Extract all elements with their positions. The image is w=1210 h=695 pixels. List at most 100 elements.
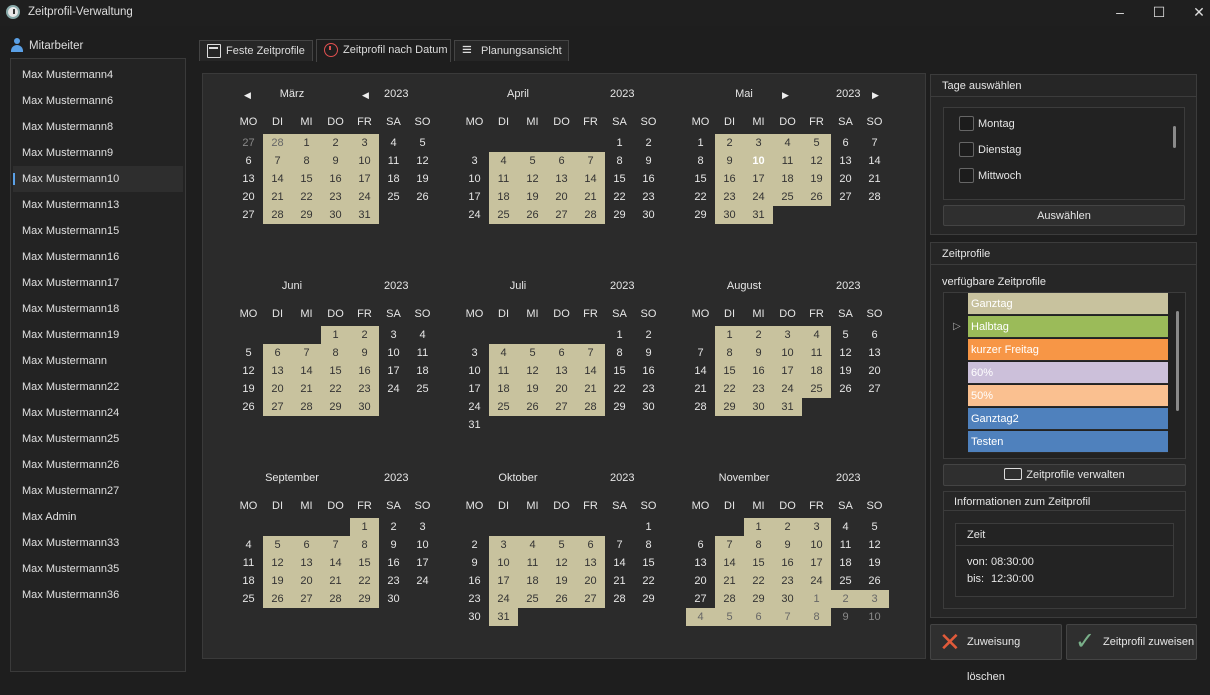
calendar-day[interactable]: 3: [350, 134, 379, 152]
calendar-day[interactable]: 28: [292, 398, 321, 416]
profile-item[interactable]: Testen: [968, 431, 1168, 453]
calendar-day[interactable]: 9: [744, 344, 773, 362]
calendar-day[interactable]: 18: [831, 554, 860, 572]
calendar-day[interactable]: 10: [773, 344, 802, 362]
calendar-day[interactable]: 12: [518, 362, 547, 380]
calendar-day[interactable]: 19: [408, 170, 437, 188]
calendar-day[interactable]: 2: [744, 326, 773, 344]
calendar-day[interactable]: 28: [263, 206, 292, 224]
calendar-day[interactable]: 24: [379, 380, 408, 398]
employee-item[interactable]: Max Mustermann35: [13, 556, 183, 582]
calendar-day[interactable]: 26: [408, 188, 437, 206]
calendar-day[interactable]: 31: [773, 398, 802, 416]
calendar-day[interactable]: 31: [744, 206, 773, 224]
calendar-day[interactable]: 4: [518, 536, 547, 554]
prev-month-arrow-icon[interactable]: ◀: [244, 90, 251, 101]
calendar-day[interactable]: 12: [831, 344, 860, 362]
calendar-day[interactable]: 16: [634, 170, 663, 188]
calendar-day[interactable]: 3: [408, 518, 437, 536]
calendar-day[interactable]: 30: [773, 590, 802, 608]
profile-item[interactable]: Halbtag: [968, 316, 1168, 338]
employee-item[interactable]: Max Mustermann24: [13, 400, 183, 426]
employee-item[interactable]: Max Mustermann36: [13, 582, 183, 608]
calendar-day[interactable]: 3: [860, 590, 889, 608]
calendar-day[interactable]: 15: [292, 170, 321, 188]
calendar-day[interactable]: 6: [576, 536, 605, 554]
calendar-day[interactable]: 13: [831, 152, 860, 170]
calendar-day[interactable]: 2: [634, 326, 663, 344]
maximize-button[interactable]: ☐: [1149, 3, 1169, 21]
calendar-day[interactable]: 6: [292, 536, 321, 554]
calendar-day[interactable]: 16: [460, 572, 489, 590]
employee-item[interactable]: Max Mustermann: [13, 348, 183, 374]
calendar-day[interactable]: 25: [773, 188, 802, 206]
calendar-day[interactable]: 26: [860, 572, 889, 590]
calendar-day[interactable]: 30: [350, 398, 379, 416]
calendar-day[interactable]: 9: [460, 554, 489, 572]
calendar-day[interactable]: 14: [576, 170, 605, 188]
calendar-day[interactable]: 27: [686, 590, 715, 608]
calendar-day[interactable]: 3: [773, 326, 802, 344]
calendar-day[interactable]: 25: [379, 188, 408, 206]
calendar-day[interactable]: 12: [860, 536, 889, 554]
calendar-day[interactable]: 20: [860, 362, 889, 380]
calendar-day[interactable]: 21: [860, 170, 889, 188]
calendar-day[interactable]: 24: [489, 590, 518, 608]
calendar-day[interactable]: 25: [489, 398, 518, 416]
profile-item[interactable]: Ganztag2: [968, 408, 1168, 430]
checkbox-mittwoch[interactable]: [959, 168, 974, 183]
calendar-day[interactable]: 25: [408, 380, 437, 398]
calendar-day[interactable]: 17: [379, 362, 408, 380]
calendar-day[interactable]: 17: [802, 554, 831, 572]
calendar-day[interactable]: 2: [634, 134, 663, 152]
calendar-day[interactable]: 15: [744, 554, 773, 572]
calendar-day[interactable]: 1: [802, 590, 831, 608]
profile-list[interactable]: Testen Ganztag2 50% 60% kurzer Freitag Halbta…: [943, 292, 1186, 459]
calendar-day[interactable]: 20: [263, 380, 292, 398]
calendar-day[interactable]: 30: [379, 590, 408, 608]
calendar-day[interactable]: 1: [350, 518, 379, 536]
calendar-day[interactable]: 29: [321, 398, 350, 416]
calendar-day[interactable]: 7: [686, 344, 715, 362]
calendar-day[interactable]: 4: [408, 326, 437, 344]
calendar-day[interactable]: 22: [292, 188, 321, 206]
calendar-day[interactable]: 29: [605, 398, 634, 416]
calendar-day[interactable]: 17: [489, 572, 518, 590]
calendar-day[interactable]: 13: [547, 362, 576, 380]
calendar-day[interactable]: 15: [634, 554, 663, 572]
tab-feste-zeitprofile[interactable]: Feste Zeitprofile: [199, 40, 313, 61]
calendar-day[interactable]: 7: [576, 152, 605, 170]
calendar-day[interactable]: 6: [744, 608, 773, 626]
calendar-day[interactable]: 11: [831, 536, 860, 554]
calendar-day[interactable]: 3: [460, 152, 489, 170]
calendar-day[interactable]: 6: [686, 536, 715, 554]
calendar-day[interactable]: 9: [715, 152, 744, 170]
calendar-day[interactable]: 3: [489, 536, 518, 554]
calendar-day[interactable]: 18: [408, 362, 437, 380]
calendar-day[interactable]: 11: [489, 362, 518, 380]
calendar-day[interactable]: 28: [686, 398, 715, 416]
employee-item[interactable]: Max Admin: [13, 504, 183, 530]
calendar-day[interactable]: 18: [489, 380, 518, 398]
profile-item[interactable]: 60%: [968, 362, 1168, 384]
calendar-day[interactable]: 16: [773, 554, 802, 572]
calendar-day[interactable]: 1: [715, 326, 744, 344]
calendar-day[interactable]: 16: [379, 554, 408, 572]
employee-item[interactable]: Max Mustermann18: [13, 296, 183, 322]
calendar-day[interactable]: 18: [802, 362, 831, 380]
calendar-day[interactable]: 9: [350, 344, 379, 362]
minimize-button[interactable]: –: [1110, 3, 1130, 21]
employee-item[interactable]: Max Mustermann8: [13, 114, 183, 140]
calendar-day[interactable]: 13: [292, 554, 321, 572]
calendar-day[interactable]: 30: [321, 206, 350, 224]
calendar-day[interactable]: 20: [576, 572, 605, 590]
calendar-day[interactable]: 31: [350, 206, 379, 224]
employee-item[interactable]: Max Mustermann16: [13, 244, 183, 270]
calendar-day[interactable]: 24: [408, 572, 437, 590]
calendar-day[interactable]: 18: [518, 572, 547, 590]
calendar-day[interactable]: 2: [773, 518, 802, 536]
calendar-day[interactable]: 8: [802, 608, 831, 626]
calendar-day[interactable]: 10: [408, 536, 437, 554]
calendar-day[interactable]: 29: [634, 590, 663, 608]
calendar-day[interactable]: 15: [350, 554, 379, 572]
